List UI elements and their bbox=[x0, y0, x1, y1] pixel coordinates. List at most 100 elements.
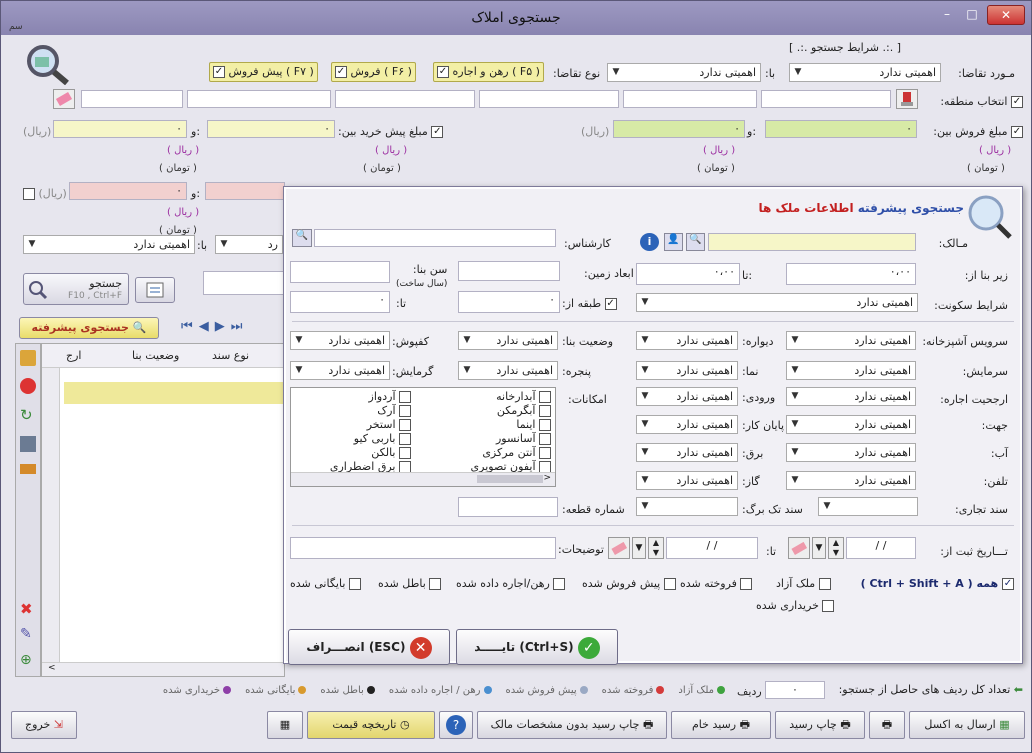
record-navigator[interactable]: ⏮◀▶⏭ bbox=[181, 319, 248, 334]
single-doc-select[interactable]: ▼ bbox=[636, 497, 738, 516]
floor-from-input[interactable]: ۰ bbox=[458, 291, 560, 313]
table-row[interactable] bbox=[64, 382, 284, 404]
presale-amount-to[interactable]: ۰ bbox=[53, 120, 187, 138]
search-extra-field[interactable] bbox=[203, 271, 285, 295]
region-field-6[interactable] bbox=[81, 90, 183, 108]
owner-input[interactable] bbox=[708, 233, 916, 251]
status-free-checkbox[interactable]: ملک آزاد bbox=[776, 577, 831, 590]
reg-date-to-eraser-icon[interactable] bbox=[608, 537, 630, 559]
building-state-select[interactable]: ▼ اهمیتی ندارد bbox=[458, 331, 558, 350]
reg-date-from-spinner[interactable]: ▲ ▼ bbox=[828, 537, 844, 559]
pink-amount-to[interactable] bbox=[205, 182, 285, 200]
results-grid[interactable]: ارج وضعیت بنا نوع سند < bbox=[41, 343, 285, 677]
status-presold-checkbox[interactable]: پیش فروش شده bbox=[582, 577, 676, 590]
building-age-input[interactable] bbox=[290, 261, 390, 283]
status-cancelled-checkbox[interactable]: باطل شده bbox=[378, 577, 442, 590]
finish-select[interactable]: ▼ اهمیتی ندارد bbox=[636, 415, 738, 434]
presale-checkbox[interactable]: ✓ پیش فروش ( F۷ ) bbox=[209, 62, 318, 82]
facility-item[interactable]: اینما bbox=[516, 418, 551, 431]
sale-amount-to[interactable]: ۰ bbox=[613, 120, 745, 138]
owner-contact-icon[interactable]: 👤 bbox=[664, 233, 683, 251]
grid-header-col-2[interactable]: وضعیت بنا bbox=[132, 349, 179, 362]
export-excel-button[interactable]: ارسال به اکسل ▦ bbox=[909, 711, 1025, 739]
facility-item[interactable]: آنتن مرکزی bbox=[482, 446, 551, 459]
region-field-2[interactable] bbox=[623, 90, 757, 108]
heating-select[interactable]: ▼ اهمیتی ندارد bbox=[290, 361, 390, 380]
region-field-5[interactable] bbox=[187, 90, 331, 108]
floor-to-input[interactable]: ۰ bbox=[290, 291, 390, 313]
region-picker-icon[interactable] bbox=[896, 89, 918, 109]
flooring-select[interactable]: ▼ اهمیتی ندارد bbox=[290, 331, 390, 350]
notes-input[interactable] bbox=[290, 537, 556, 559]
price-history-button[interactable]: تاریخچه قیمت ◷ bbox=[307, 711, 435, 739]
grid-header-col-3[interactable]: نوع سند bbox=[212, 349, 249, 362]
kitchen-select[interactable]: ▼ اهمیتی ندارد bbox=[786, 331, 916, 350]
facility-item[interactable]: آبدارخانه bbox=[496, 390, 551, 403]
sale-amount-checkbox[interactable]: ✓ مبلغ فروش بین: bbox=[933, 125, 1023, 138]
region-clear-eraser-icon[interactable] bbox=[53, 89, 75, 109]
region-field-3[interactable] bbox=[479, 90, 619, 108]
area-from-input[interactable]: ۰،۰۰ bbox=[786, 263, 916, 285]
facilities-list[interactable]: آبدارخانه آبگرمکن اینما آسانسور آنتن مرک… bbox=[290, 387, 556, 487]
reg-date-to-spinner[interactable]: ▲ ▼ bbox=[648, 537, 664, 559]
water-select[interactable]: ▼ اهمیتی ندارد bbox=[786, 443, 916, 462]
facade-select[interactable]: ▼ اهمیتی ندارد bbox=[636, 361, 738, 380]
facility-item[interactable]: بالکن bbox=[371, 446, 411, 459]
reg-date-to[interactable]: / / bbox=[666, 537, 758, 559]
rd-select[interactable]: ▼ رد bbox=[215, 235, 283, 254]
export-list-button[interactable] bbox=[135, 277, 175, 303]
residence-select[interactable]: ▼ اهمیتی ندارد bbox=[636, 293, 918, 312]
area-to-input[interactable]: ۰،۰۰ bbox=[636, 263, 740, 285]
grid-horizontal-scrollbar[interactable]: < bbox=[42, 662, 284, 676]
cancel-x-icon[interactable]: ✖ bbox=[20, 600, 33, 618]
entrance-select[interactable]: ▼ اهمیتی ندارد bbox=[636, 387, 738, 406]
new-page-icon[interactable]: ⊕ bbox=[20, 652, 32, 668]
region-field-4[interactable] bbox=[335, 90, 475, 108]
electric-select[interactable]: ▼ اهمیتی ندارد bbox=[636, 443, 738, 462]
gas-select[interactable]: ▼ اهمیتی ندارد bbox=[636, 471, 738, 490]
advanced-search-button[interactable]: جستجوی پیشرفته 🔍 bbox=[19, 317, 159, 339]
delete-record-icon[interactable] bbox=[20, 378, 36, 394]
reg-date-from[interactable]: / / bbox=[846, 537, 916, 559]
request-type-select[interactable]: ▼ اهمیتی ندارد bbox=[789, 63, 941, 82]
window-select[interactable]: ▼ اهمیتی ندارد bbox=[458, 361, 558, 380]
add-record-icon[interactable] bbox=[20, 350, 36, 366]
close-button[interactable]: ✕ bbox=[987, 5, 1025, 25]
presale-amount-checkbox[interactable]: ✓ مبلغ پیش خرید بین: bbox=[338, 125, 444, 138]
land-dims-input[interactable] bbox=[458, 261, 560, 281]
presale-amount-from[interactable]: ۰ bbox=[207, 120, 335, 138]
commercial-doc-select[interactable]: ▼ bbox=[818, 497, 918, 516]
facility-item[interactable]: آردواز bbox=[369, 390, 411, 403]
owner-search-icon[interactable]: 🔍 bbox=[686, 233, 705, 251]
sale-amount-from[interactable]: ۰ bbox=[765, 120, 917, 138]
status-all-checkbox[interactable]: ✓ همه ( Ctrl + Shift + A ) bbox=[861, 577, 1014, 590]
folder-icon[interactable] bbox=[20, 464, 36, 474]
status-rented-checkbox[interactable]: رهن/اجاره داده شده bbox=[456, 577, 566, 590]
floor-from-checkbox[interactable]: ✓ طبقه از: bbox=[562, 297, 617, 310]
minimize-button[interactable]: – bbox=[935, 5, 959, 25]
phone-select[interactable]: ▼ اهمیتی ندارد bbox=[786, 471, 916, 490]
rent-priority-select[interactable]: ▼ اهمیتی ندارد bbox=[786, 387, 916, 406]
maximize-button[interactable]: □ bbox=[960, 5, 984, 25]
search-button[interactable]: جستجو F10 , Ctrl+F bbox=[23, 273, 129, 305]
film-icon[interactable] bbox=[20, 436, 36, 452]
facility-item[interactable]: باربی کیو bbox=[354, 432, 411, 445]
calculator-button[interactable]: ▦ bbox=[267, 711, 303, 739]
raw-receipt-button[interactable]: رسید خام 🖶 bbox=[671, 711, 771, 739]
facility-item[interactable]: آبگرمکن bbox=[497, 404, 551, 417]
print-icon-button[interactable]: 🖶 bbox=[869, 711, 905, 739]
confirm-button[interactable]: تایـــــد (Ctrl+S) ✓ bbox=[456, 629, 618, 665]
facility-item[interactable]: آسانسور bbox=[496, 432, 551, 445]
expert-search-icon[interactable]: 🔍 bbox=[292, 229, 312, 247]
cooling-select[interactable]: ▼ اهمیتی ندارد bbox=[786, 361, 916, 380]
direction-select[interactable]: ▼ اهمیتی ندارد bbox=[786, 415, 916, 434]
refresh-icon[interactable]: ↻ bbox=[20, 406, 33, 424]
region-field-1[interactable] bbox=[761, 90, 891, 108]
status-bought-checkbox[interactable]: خریداری شده bbox=[756, 599, 835, 612]
sale-checkbox[interactable]: ✓ فروش ( F۶ ) bbox=[331, 62, 416, 82]
exit-button[interactable]: خروج ⇲ bbox=[11, 711, 77, 739]
pink-amount-from[interactable]: ۰ bbox=[69, 182, 187, 200]
cancel-button[interactable]: انصـــراف (ESC) ✕ bbox=[288, 629, 450, 665]
print-no-owner-button[interactable]: چاپ رسید بدون مشخصات مالک 🖶 bbox=[477, 711, 667, 739]
reg-date-to-dropdown[interactable]: ▼ bbox=[632, 537, 646, 559]
